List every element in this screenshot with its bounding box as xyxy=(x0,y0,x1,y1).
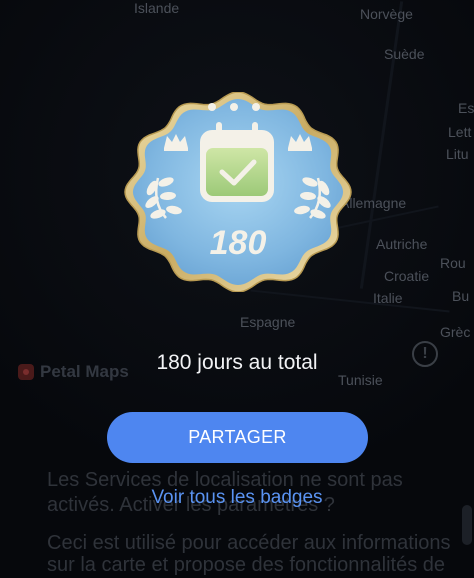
map-label-autriche: Autriche xyxy=(376,236,428,252)
map-label-espagne: Espagne xyxy=(240,314,296,330)
badge-180-days: 180 xyxy=(124,92,352,292)
map-label-norvege: Norvège xyxy=(360,6,413,22)
map-label-lett: Lett xyxy=(448,124,472,140)
map-label-es: Es xyxy=(458,100,474,116)
sheet-text-line-4: sur la carte et propose des fonctionnali… xyxy=(47,554,446,576)
map-label-islande: Islande xyxy=(134,0,180,16)
share-button[interactable]: PARTAGER xyxy=(107,412,368,463)
badge-caption: 180 jours au total xyxy=(156,351,318,374)
map-label-grece: Grèc xyxy=(440,324,471,340)
badge-count: 180 xyxy=(210,224,267,262)
map-label-rou: Rou xyxy=(440,255,466,271)
map-label-italie: Italie xyxy=(373,290,403,306)
scrollbar-thumb[interactable] xyxy=(462,505,472,545)
calendar-check-icon xyxy=(200,122,274,202)
map-label-croatie: Croatie xyxy=(384,268,430,284)
view-all-badges-link[interactable]: Voir tous les badges xyxy=(0,487,474,509)
map-label-bu: Bu xyxy=(452,288,470,304)
map-label-suede: Suède xyxy=(384,46,425,62)
map-label-litu: Litu xyxy=(446,146,469,162)
